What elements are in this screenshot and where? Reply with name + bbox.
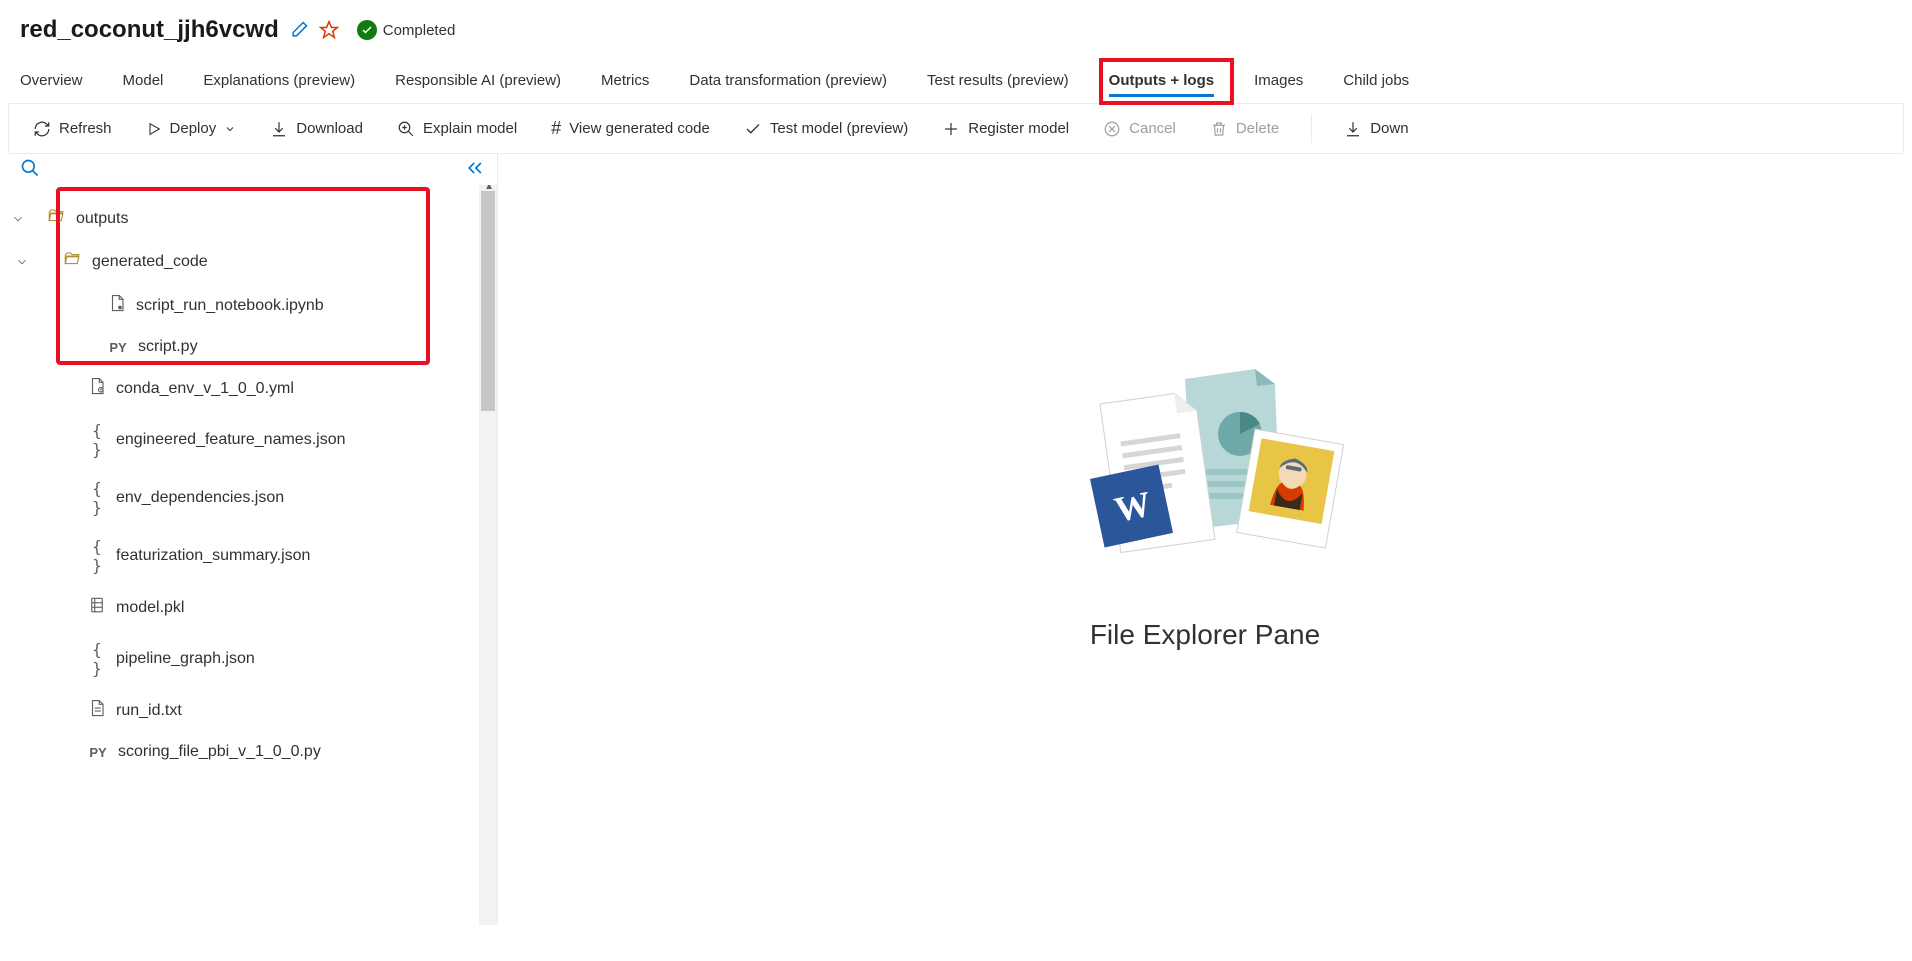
file-tree[interactable]: outputs generated_code script_run_notebo… bbox=[0, 185, 497, 925]
tree-item-label: script.py bbox=[138, 338, 198, 356]
tree-item-label: run_id.txt bbox=[116, 702, 182, 720]
view-generated-code-button[interactable]: # View generated code bbox=[547, 112, 714, 145]
delete-button: Delete bbox=[1206, 114, 1283, 144]
tree-item-label: featurization_summary.json bbox=[116, 547, 310, 565]
tree-file-pipeline-graph[interactable]: { } pipeline_graph.json bbox=[0, 630, 497, 688]
toolbar: Refresh Deploy Download Explain model # … bbox=[8, 103, 1904, 154]
status-badge: Completed bbox=[357, 20, 456, 40]
test-model-button[interactable]: Test model (preview) bbox=[740, 114, 912, 144]
tree-file-model-pkl[interactable]: model.pkl bbox=[0, 585, 497, 630]
tree-file-notebook[interactable]: script_run_notebook.ipynb bbox=[0, 283, 497, 328]
tree-item-label: conda_env_v_1_0_0.yml bbox=[116, 380, 294, 398]
tab-outputs-logs[interactable]: Outputs + logs bbox=[1109, 64, 1214, 103]
edit-icon[interactable] bbox=[289, 20, 309, 40]
refresh-button[interactable]: Refresh bbox=[29, 114, 116, 144]
tree-item-label: model.pkl bbox=[116, 599, 184, 617]
tree-item-label: script_run_notebook.ipynb bbox=[136, 297, 324, 315]
chevron-down-icon bbox=[224, 123, 236, 135]
main-pane: W File Explorer Pane bbox=[498, 154, 1912, 925]
tree-file-conda-env[interactable]: conda_env_v_1_0_0.yml bbox=[0, 366, 497, 411]
sidebar-top-bar bbox=[0, 154, 497, 185]
status-text: Completed bbox=[383, 22, 456, 39]
python-file-icon: PY bbox=[108, 340, 128, 355]
scrollbar-thumb[interactable] bbox=[481, 191, 495, 411]
collapse-panel-icon[interactable] bbox=[465, 158, 485, 181]
tab-images[interactable]: Images bbox=[1254, 64, 1303, 103]
tree-item-label: engineered_feature_names.json bbox=[116, 431, 346, 449]
download-icon bbox=[1344, 120, 1362, 138]
download-all-button[interactable]: Down bbox=[1340, 114, 1412, 144]
explain-model-button[interactable]: Explain model bbox=[393, 114, 521, 144]
tree-folder-outputs[interactable]: outputs bbox=[0, 197, 497, 240]
magnify-plus-icon bbox=[397, 120, 415, 138]
tab-responsible-ai[interactable]: Responsible AI (preview) bbox=[395, 64, 561, 103]
plus-icon bbox=[942, 120, 960, 138]
main-pane-title: File Explorer Pane bbox=[1090, 619, 1320, 651]
cancel-button: Cancel bbox=[1099, 114, 1180, 144]
tab-explanations[interactable]: Explanations (preview) bbox=[203, 64, 355, 103]
tree-item-label: pipeline_graph.json bbox=[116, 650, 255, 668]
scrollbar-track[interactable]: ▲ bbox=[479, 185, 497, 925]
deploy-button[interactable]: Deploy bbox=[142, 114, 241, 143]
tree-item-label: generated_code bbox=[92, 253, 208, 271]
toolbar-separator bbox=[1311, 115, 1312, 143]
tree-file-featurization-summary[interactable]: { } featurization_summary.json bbox=[0, 527, 497, 585]
hash-icon: # bbox=[551, 118, 561, 139]
tree-item-label: outputs bbox=[76, 210, 128, 228]
txt-file-icon bbox=[88, 698, 106, 723]
tree-file-scoring-file[interactable]: PY scoring_file_pbi_v_1_0_0.py bbox=[0, 733, 497, 771]
trash-icon bbox=[1210, 120, 1228, 138]
download-button[interactable]: Download bbox=[266, 114, 367, 144]
tree-item-label: env_dependencies.json bbox=[116, 489, 284, 507]
json-file-icon: { } bbox=[88, 479, 106, 517]
python-file-icon: PY bbox=[88, 745, 108, 760]
sidebar: outputs generated_code script_run_notebo… bbox=[0, 154, 498, 925]
file-explorer-illustration: W bbox=[1045, 359, 1365, 579]
chevron-down-icon bbox=[15, 255, 29, 269]
tree-file-run-id[interactable]: run_id.txt bbox=[0, 688, 497, 733]
json-file-icon: { } bbox=[88, 421, 106, 459]
tab-child-jobs[interactable]: Child jobs bbox=[1343, 64, 1409, 103]
favorite-star-icon[interactable] bbox=[319, 20, 339, 40]
tab-metrics[interactable]: Metrics bbox=[601, 64, 649, 103]
page-title: red_coconut_jjh6vcwd bbox=[20, 16, 279, 44]
register-model-button[interactable]: Register model bbox=[938, 114, 1073, 144]
tree-file-engineered-features[interactable]: { } engineered_feature_names.json bbox=[0, 411, 497, 469]
check-circle-icon bbox=[357, 20, 377, 40]
folder-open-icon bbox=[46, 207, 66, 230]
tab-overview[interactable]: Overview bbox=[20, 64, 83, 103]
tab-bar: Overview Model Explanations (preview) Re… bbox=[0, 54, 1912, 103]
download-icon bbox=[270, 120, 288, 138]
tab-model[interactable]: Model bbox=[123, 64, 164, 103]
search-icon[interactable] bbox=[20, 158, 40, 181]
pkl-file-icon bbox=[88, 595, 106, 620]
chevron-down-icon bbox=[11, 212, 25, 226]
play-icon bbox=[146, 121, 162, 137]
tree-item-label: scoring_file_pbi_v_1_0_0.py bbox=[118, 743, 321, 761]
json-file-icon: { } bbox=[88, 537, 106, 575]
folder-open-icon bbox=[62, 250, 82, 273]
page-header: red_coconut_jjh6vcwd Completed bbox=[0, 0, 1912, 54]
check-icon bbox=[744, 120, 762, 138]
tab-data-transformation[interactable]: Data transformation (preview) bbox=[689, 64, 887, 103]
content-area: outputs generated_code script_run_notebo… bbox=[0, 154, 1912, 925]
cancel-circle-icon bbox=[1103, 120, 1121, 138]
refresh-icon bbox=[33, 120, 51, 138]
yml-file-icon bbox=[88, 376, 106, 401]
tree-file-script-py[interactable]: PY script.py bbox=[0, 328, 497, 366]
tree-file-env-deps[interactable]: { } env_dependencies.json bbox=[0, 469, 497, 527]
json-file-icon: { } bbox=[88, 640, 106, 678]
tab-test-results[interactable]: Test results (preview) bbox=[927, 64, 1069, 103]
tree-folder-generated-code[interactable]: generated_code bbox=[0, 240, 497, 283]
notebook-file-icon bbox=[108, 293, 126, 318]
